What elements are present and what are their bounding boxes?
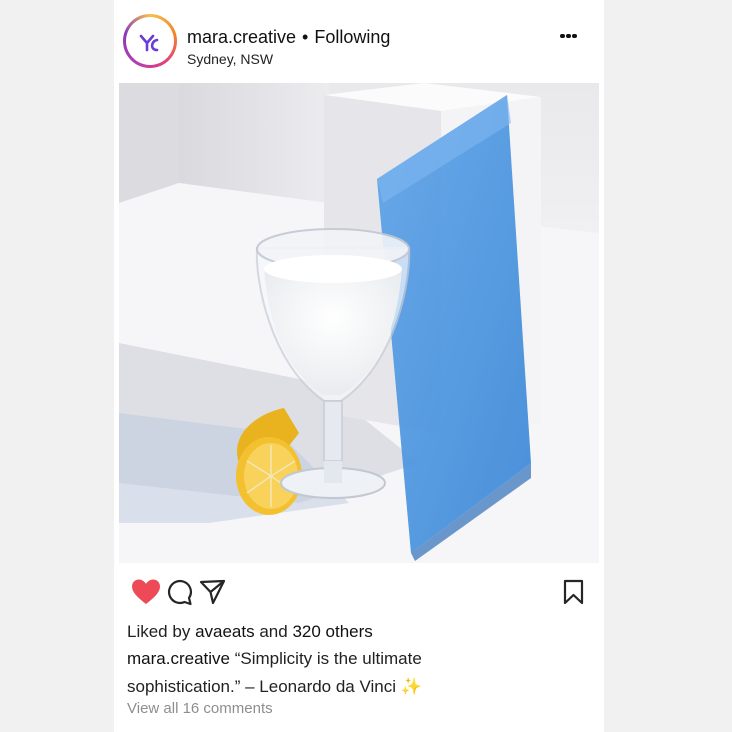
- likes-prefix: Liked by: [127, 622, 191, 641]
- paper-plane-icon[interactable]: [199, 579, 226, 605]
- caption-author[interactable]: mara.creative: [127, 649, 230, 668]
- view-comments-link[interactable]: View all 16 comments: [127, 700, 273, 717]
- post-image[interactable]: [119, 83, 599, 563]
- profile-avatar[interactable]: [123, 14, 177, 68]
- username-link[interactable]: mara.creative: [187, 27, 296, 47]
- comment-bubble-icon[interactable]: [166, 579, 193, 606]
- likes-conjunction: and: [259, 622, 288, 641]
- brand-logo-icon: [139, 34, 159, 52]
- post-caption: mara.creative “Simplicity is the ultimat…: [127, 645, 507, 701]
- likes-line: Liked by avaeats and 320 others: [127, 622, 373, 642]
- bookmark-icon[interactable]: [563, 579, 584, 605]
- following-button[interactable]: Following: [314, 27, 390, 47]
- heart-filled-icon[interactable]: [131, 578, 161, 606]
- liker-username[interactable]: avaeats: [195, 622, 255, 641]
- post-header: mara.creative • Following: [187, 27, 390, 48]
- separator-dot: •: [302, 27, 309, 47]
- sparkles-emoji: ✨: [400, 677, 422, 696]
- location-link[interactable]: Sydney, NSW: [187, 51, 273, 67]
- more-options-icon[interactable]: [560, 27, 584, 47]
- likes-others-link[interactable]: 320 others: [292, 622, 372, 641]
